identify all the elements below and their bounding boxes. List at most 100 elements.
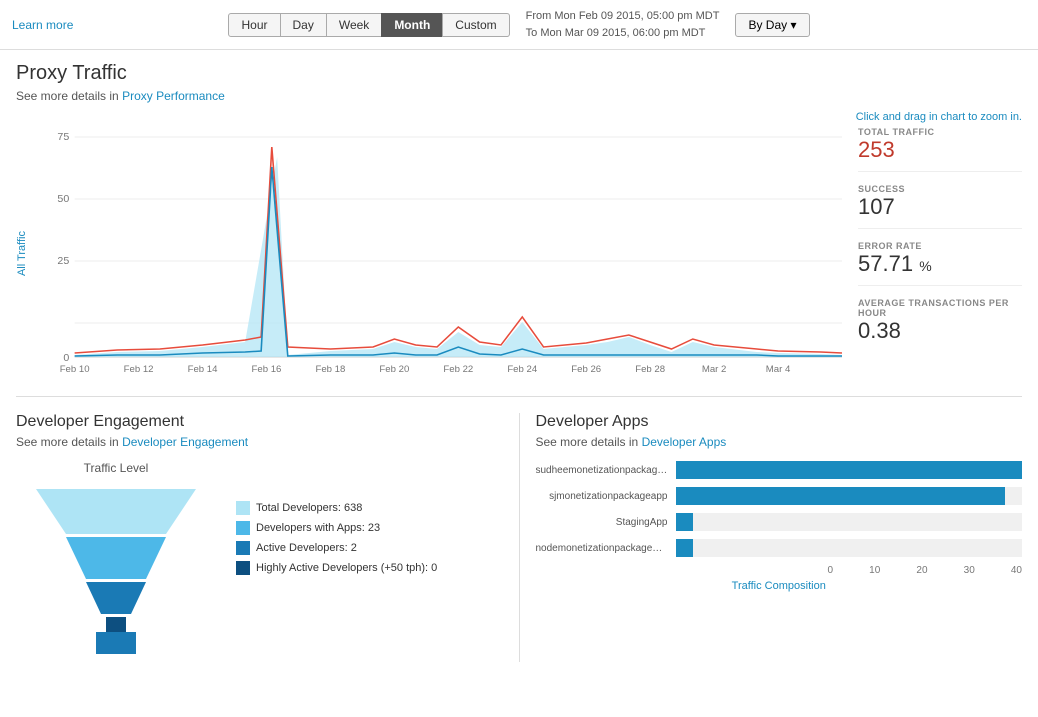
- bar-label-0: sudheemonetizationpackageapp: [536, 465, 676, 476]
- svg-text:Feb 26: Feb 26: [571, 364, 601, 374]
- main-content: Proxy Traffic See more details in Proxy …: [0, 50, 1038, 674]
- chart-wrap: 75 50 25 0 Feb 10 Feb 12 Feb 14 Feb 16 F…: [32, 127, 842, 380]
- bar-row-0: sudheemonetizationpackageapp: [536, 461, 1023, 479]
- bar-fill-3: [676, 539, 693, 557]
- bar-fill-2: [676, 513, 693, 531]
- legend-label-3: Highly Active Developers (+50 tph): 0: [256, 562, 437, 574]
- error-rate-value: 57.71 %: [858, 251, 1022, 277]
- bar-row-1: sjmonetizationpackageapp: [536, 487, 1023, 505]
- dev-engagement-link[interactable]: Developer Engagement: [122, 435, 248, 449]
- zoom-hint: Click and drag in chart to zoom in.: [16, 111, 1022, 123]
- bar-label-3: nodemonetizationpackageapp: [536, 543, 676, 554]
- line-chart[interactable]: 75 50 25 0 Feb 10 Feb 12 Feb 14 Feb 16 F…: [32, 127, 842, 377]
- bar-row-2: StagingApp: [536, 513, 1023, 531]
- svg-text:Feb 28: Feb 28: [635, 364, 665, 374]
- svg-text:Feb 14: Feb 14: [188, 364, 218, 374]
- avg-stat: AVERAGE TRANSACTIONS PER HOUR 0.38: [858, 298, 1022, 352]
- learn-more-link[interactable]: Learn more: [12, 18, 73, 32]
- total-traffic-value: 253: [858, 137, 1022, 163]
- legend-swatch-1: [236, 521, 250, 535]
- time-buttons: Hour Day Week Month Custom: [228, 13, 509, 37]
- y-axis-label: All Traffic: [16, 231, 28, 276]
- bar-chart: sudheemonetizationpackageapp sjmonetizat…: [536, 461, 1023, 592]
- success-stat: SUCCESS 107: [858, 184, 1022, 229]
- proxy-performance-link[interactable]: Proxy Performance: [122, 89, 225, 103]
- dev-apps-title: Developer Apps: [536, 413, 1023, 431]
- avg-label: AVERAGE TRANSACTIONS PER HOUR: [858, 298, 1022, 318]
- svg-text:0: 0: [63, 353, 69, 364]
- success-label: SUCCESS: [858, 184, 1022, 194]
- developer-engagement-section: Developer Engagement See more details in…: [16, 413, 503, 662]
- dev-apps-subtitle: See more details in Developer Apps: [536, 435, 1023, 449]
- funnel-legend: Total Developers: 638 Developers with Ap…: [236, 461, 437, 581]
- funnel-title: Traffic Level: [16, 461, 216, 475]
- funnel-chart: [16, 479, 216, 659]
- bar-label-2: StagingApp: [536, 517, 676, 528]
- svg-text:50: 50: [57, 194, 69, 205]
- dev-engagement-title: Developer Engagement: [16, 413, 503, 431]
- legend-item-3: Highly Active Developers (+50 tph): 0: [236, 561, 437, 575]
- svg-text:Mar 4: Mar 4: [766, 364, 791, 374]
- svg-text:25: 25: [57, 256, 69, 267]
- hour-button[interactable]: Hour: [228, 13, 280, 37]
- axis-30: 30: [964, 565, 975, 576]
- chart-container: All Traffic 75 50 25 0: [16, 127, 1022, 380]
- date-from: From Mon Feb 09 2015, 05:00 pm MDT: [526, 8, 720, 25]
- axis-10: 10: [869, 565, 880, 576]
- legend-swatch-3: [236, 561, 250, 575]
- bar-track-1: [676, 487, 1023, 505]
- bar-rows: sudheemonetizationpackageapp sjmonetizat…: [536, 461, 1023, 557]
- dev-engagement-subtitle: See more details in Developer Engagement: [16, 435, 503, 449]
- legend-label-2: Active Developers: 2: [256, 542, 357, 554]
- month-button[interactable]: Month: [381, 13, 443, 37]
- total-traffic-label: TOTAL TRAFFIC: [858, 127, 1022, 137]
- legend-label-0: Total Developers: 638: [256, 502, 362, 514]
- bottom-row: Developer Engagement See more details in…: [16, 396, 1022, 662]
- svg-text:Feb 18: Feb 18: [315, 364, 345, 374]
- day-button[interactable]: Day: [280, 13, 327, 37]
- legend-swatch-2: [236, 541, 250, 555]
- date-to: To Mon Mar 09 2015, 06:00 pm MDT: [526, 25, 720, 42]
- svg-text:Mar 2: Mar 2: [702, 364, 727, 374]
- svg-text:Feb 22: Feb 22: [443, 364, 473, 374]
- funnel-container: Traffic Level: [16, 461, 503, 662]
- svg-text:Feb 12: Feb 12: [124, 364, 154, 374]
- bar-track-0: [676, 461, 1023, 479]
- error-rate-label: ERROR RATE: [858, 241, 1022, 251]
- axis-0: 0: [828, 565, 834, 576]
- legend-item-1: Developers with Apps: 23: [236, 521, 437, 535]
- bar-axis-title: Traffic Composition: [536, 580, 1023, 592]
- stats-panel: TOTAL TRAFFIC 253 SUCCESS 107 ERROR RATE…: [842, 127, 1022, 364]
- proxy-traffic-title: Proxy Traffic: [16, 62, 1022, 85]
- axis-40: 40: [1011, 565, 1022, 576]
- avg-value: 0.38: [858, 318, 1022, 344]
- bar-track-3: [676, 539, 1023, 557]
- error-rate-stat: ERROR RATE 57.71 %: [858, 241, 1022, 286]
- bar-fill-0: [676, 461, 1023, 479]
- funnel-chart-wrap: Traffic Level: [16, 461, 216, 662]
- by-day-button[interactable]: By Day ▾: [735, 13, 809, 37]
- bar-axis: 0 10 20 30 40: [684, 565, 1023, 576]
- bar-fill-1: [676, 487, 1005, 505]
- top-bar: Learn more Hour Day Week Month Custom Fr…: [0, 0, 1038, 50]
- legend-label-1: Developers with Apps: 23: [256, 522, 380, 534]
- dev-apps-link[interactable]: Developer Apps: [642, 435, 727, 449]
- svg-text:Feb 24: Feb 24: [507, 364, 537, 374]
- bar-label-1: sjmonetizationpackageapp: [536, 491, 676, 502]
- date-range: From Mon Feb 09 2015, 05:00 pm MDT To Mo…: [526, 8, 720, 41]
- legend-item-2: Active Developers: 2: [236, 541, 437, 555]
- total-traffic-stat: TOTAL TRAFFIC 253: [858, 127, 1022, 172]
- week-button[interactable]: Week: [326, 13, 382, 37]
- bar-track-2: [676, 513, 1023, 531]
- legend-item-0: Total Developers: 638: [236, 501, 437, 515]
- custom-button[interactable]: Custom: [442, 13, 509, 37]
- proxy-traffic-subtitle: See more details in Proxy Performance: [16, 89, 1022, 103]
- svg-text:Feb 10: Feb 10: [60, 364, 90, 374]
- axis-20: 20: [916, 565, 927, 576]
- svg-text:Feb 20: Feb 20: [379, 364, 409, 374]
- developer-apps-section: Developer Apps See more details in Devel…: [519, 413, 1023, 662]
- svg-text:75: 75: [57, 132, 69, 143]
- legend-swatch-0: [236, 501, 250, 515]
- bar-row-3: nodemonetizationpackageapp: [536, 539, 1023, 557]
- success-value: 107: [858, 194, 1022, 220]
